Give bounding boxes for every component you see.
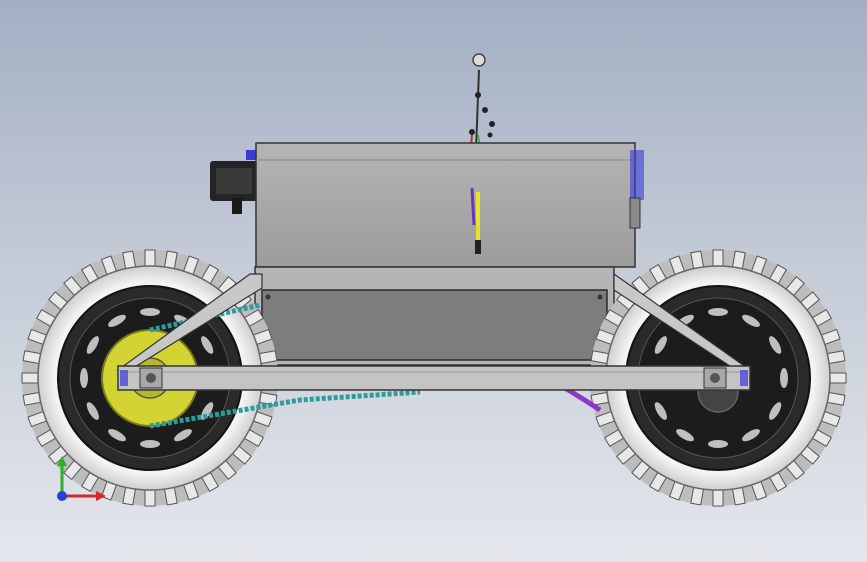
rim-slot [708,440,728,448]
coordinate-triad-icon [57,456,106,501]
rim-slot [780,368,788,388]
cad-model-viewport[interactable] [0,0,867,562]
rim-slot [140,308,160,316]
left-light-unit [210,150,258,214]
triad-y-arrow [57,456,67,466]
rim-slot [140,440,160,448]
triad-z-origin [57,491,67,501]
rim-slot [80,368,88,388]
chassis-base [254,266,615,366]
main-enclosure [255,142,644,268]
rim-slot [708,308,728,316]
triad-x-arrow [96,491,106,501]
